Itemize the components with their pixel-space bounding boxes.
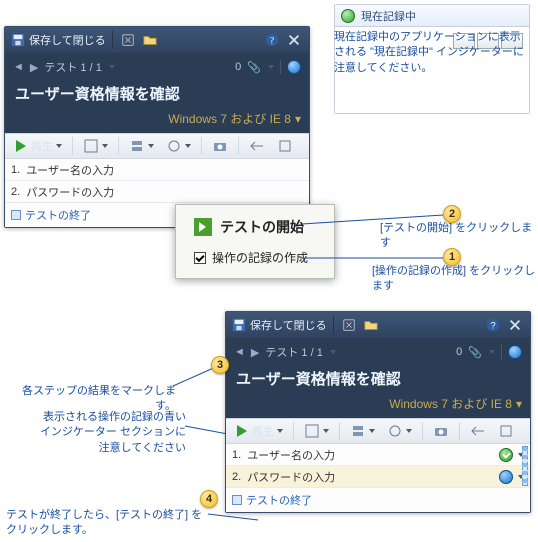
help-button[interactable]: ? <box>484 316 502 334</box>
attachment-icon[interactable]: 📎 <box>468 346 482 359</box>
tool-e[interactable] <box>273 136 297 156</box>
chevron-down-icon: ▾ <box>295 112 301 126</box>
step-label: パスワードの入力 <box>26 184 114 200</box>
breadcrumb-dropdown[interactable] <box>109 65 115 69</box>
pass-mark[interactable] <box>499 448 513 462</box>
environment-label[interactable]: Windows 7 および IE 8▾ <box>226 395 530 418</box>
recording-icon <box>341 9 355 23</box>
chevron-down-icon: ▾ <box>516 397 522 411</box>
end-test-link[interactable]: テストの終了 <box>226 488 530 512</box>
tool-d[interactable] <box>466 421 490 441</box>
end-icon <box>11 210 21 220</box>
prev-button[interactable]: ◄ <box>234 346 245 358</box>
breadcrumb-text: テスト 1 / 1 <box>44 59 101 75</box>
step-row[interactable]: 2. パスワードの入力 <box>226 466 530 488</box>
next-button[interactable]: ▶ <box>251 346 259 359</box>
info-orb[interactable] <box>508 345 522 359</box>
start-test-button[interactable]: テストの開始 <box>220 217 304 237</box>
save-close-label: 保存して閉じる <box>29 32 106 48</box>
callout-2: [テストの開始] をクリックします <box>380 221 538 252</box>
start-icon <box>194 218 212 236</box>
callout-4: 表示される操作の記録の青い インジケーター セクションに 注意してください <box>18 410 186 456</box>
folder-button[interactable] <box>362 316 380 334</box>
info-orb[interactable] <box>287 60 301 74</box>
prev-button[interactable]: ◄ <box>13 61 24 73</box>
recording-note: 現在記録中のアプリケーションに表示される "現在記録中" インジケーターに注意し… <box>334 30 530 76</box>
folder-button[interactable] <box>141 31 159 49</box>
save-close-label: 保存して閉じる <box>250 317 327 333</box>
svg-text:?: ? <box>270 36 274 47</box>
titlebar: 保存して閉じる ? <box>226 312 530 338</box>
svg-text:?: ? <box>490 321 495 332</box>
toolbar: 再生 <box>5 133 309 159</box>
info-mark[interactable] <box>499 470 513 484</box>
breadcrumb-dropdown[interactable] <box>330 350 336 354</box>
callout-bubble-3: 3 <box>211 356 229 374</box>
record-actions-checkbox[interactable] <box>194 252 206 264</box>
step-row[interactable]: 1. ユーザー名の入力 <box>226 444 530 466</box>
step-row[interactable]: 1. ユーザー名の入力 <box>5 159 309 181</box>
help-button[interactable]: ? <box>263 31 281 49</box>
recording-indicator <box>522 446 528 486</box>
save-icon <box>11 33 25 47</box>
recording-title: 現在記録中 <box>361 8 416 24</box>
step-label: ユーザー名の入力 <box>247 447 335 463</box>
callout-bubble-4: 4 <box>200 490 218 508</box>
tool-d[interactable] <box>245 136 269 156</box>
counter-value: 0 <box>456 346 462 358</box>
breadcrumb: ◄ ▶ テスト 1 / 1 0 📎 <box>226 338 530 366</box>
page-title: ユーザー資格情報を確認 <box>226 366 530 395</box>
tool-b[interactable] <box>125 136 158 156</box>
environment-label[interactable]: Windows 7 および IE 8▾ <box>5 110 309 133</box>
breadcrumb-text: テスト 1 / 1 <box>265 344 322 360</box>
clear-button[interactable] <box>119 31 137 49</box>
tool-e[interactable] <box>494 421 518 441</box>
callout-5: テストが終了したら、[テストの終了] を クリックします。 <box>6 508 206 539</box>
tool-c[interactable] <box>383 421 416 441</box>
next-button[interactable]: ▶ <box>30 61 38 74</box>
clear-button[interactable] <box>340 316 358 334</box>
toolbar: 再生 <box>226 418 530 444</box>
titlebar: 保存して閉じる ? <box>5 27 309 53</box>
counter-value: 0 <box>235 61 241 73</box>
close-button[interactable] <box>506 316 524 334</box>
breadcrumb: ◄ ▶ テスト 1 / 1 0 📎 <box>5 53 309 81</box>
step-label: パスワードの入力 <box>247 469 335 485</box>
record-actions-label: 操作の記録の作成 <box>212 249 308 266</box>
step-row[interactable]: 2. パスワードの入力 <box>5 181 309 203</box>
save-icon <box>232 318 246 332</box>
tool-b[interactable] <box>346 421 379 441</box>
end-icon <box>232 495 242 505</box>
attachment-icon[interactable]: 📎 <box>247 61 261 74</box>
play-button[interactable]: 再生 <box>9 136 66 156</box>
camera-button[interactable] <box>208 136 232 156</box>
page-title: ユーザー資格情報を確認 <box>5 81 309 110</box>
tool-c[interactable] <box>162 136 195 156</box>
play-button[interactable]: 再生 <box>230 421 287 441</box>
tool-a[interactable] <box>300 421 333 441</box>
callout-1: [操作の記録の作成] をクリックします <box>372 264 538 295</box>
close-button[interactable] <box>285 31 303 49</box>
camera-button[interactable] <box>429 421 453 441</box>
tool-a[interactable] <box>79 136 112 156</box>
step-label: ユーザー名の入力 <box>26 162 114 178</box>
